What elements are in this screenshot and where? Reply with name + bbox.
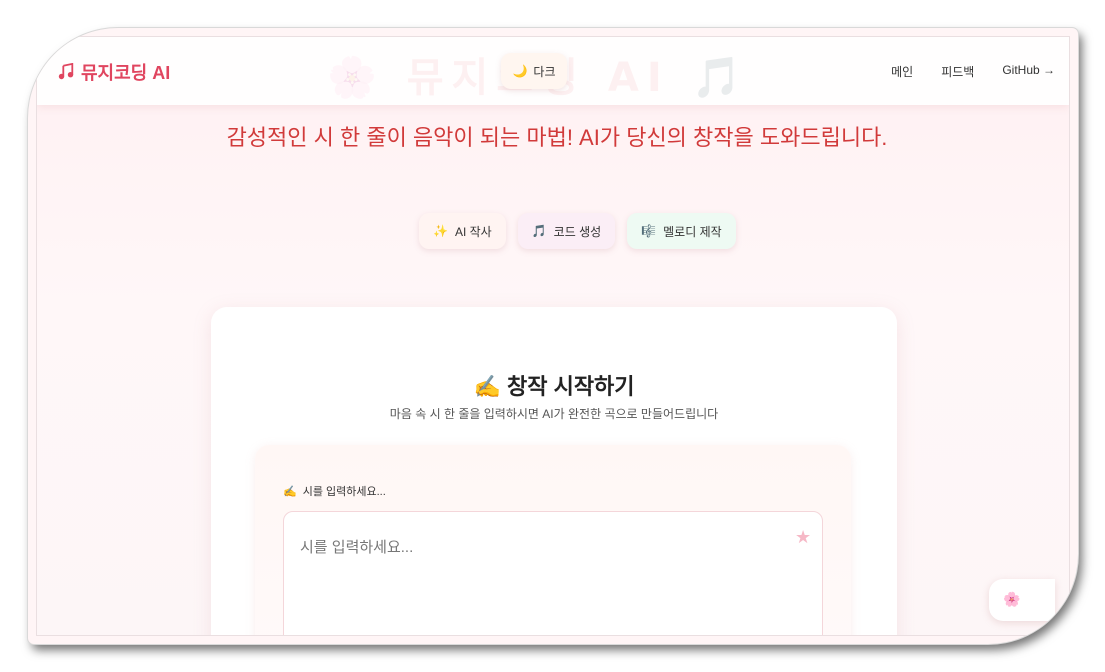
feature-melody-creation[interactable]: 🎼 멜로디 제작	[627, 213, 736, 249]
window-frame: 🌸 뮤지코딩 AI 🎵 뮤지코딩 AI 🌙 다크 메인 피드백 GitHub →	[28, 28, 1078, 644]
feature-label: AI 작사	[454, 224, 492, 239]
create-card: ✍️ 창작 시작하기 마음 속 시 한 줄을 입력하시면 AI가 완전한 곡으로…	[211, 307, 897, 635]
hero-headline: 감성적인 시 한 줄이 음악이 되는 마법! AI가 당신의 창작을 도와드립니…	[226, 125, 888, 150]
writing-hand-icon: ✍️	[473, 374, 501, 399]
nav-link-github[interactable]: GitHub →	[1002, 63, 1055, 80]
writing-hand-icon: ✍️	[283, 485, 297, 498]
music-notes-icon	[58, 63, 74, 80]
brand-logo[interactable]: 뮤지코딩 AI	[57, 59, 170, 85]
sparkles-icon: ✨	[433, 224, 448, 238]
brand-name: 뮤지코딩 AI	[81, 63, 171, 83]
poem-input-label: ✍️ 시를 입력하세요...	[283, 483, 386, 499]
card-title: ✍️ 창작 시작하기	[211, 369, 897, 401]
music-note-icon: 🎵	[531, 224, 547, 238]
star-icon[interactable]: ★	[795, 527, 811, 548]
top-navbar: 🌸 뮤지코딩 AI 🎵 뮤지코딩 AI 🌙 다크 메인 피드백 GitHub →	[37, 37, 1069, 105]
nav-link-feedback[interactable]: 피드백	[941, 63, 974, 80]
feature-chord-generation[interactable]: 🎵 코드 생성	[517, 213, 616, 249]
feature-ai-lyrics[interactable]: ✨ AI 작사	[419, 213, 506, 249]
feature-list: ✨ AI 작사 🎵 코드 생성 🎼 멜로디 제작	[419, 213, 736, 249]
floating-flower-button[interactable]: 🌸	[989, 579, 1055, 621]
poem-panel: ✍️ 시를 입력하세요... ★	[255, 445, 851, 635]
crescent-moon-icon: 🌙	[512, 64, 528, 78]
poem-input-label-text: 시를 입력하세요...	[302, 486, 386, 498]
card-title-text: 창작 시작하기	[506, 374, 635, 399]
card-subtitle: 마음 속 시 한 줄을 입력하시면 AI가 완전한 곡으로 만들어드립니다	[389, 407, 719, 421]
feature-label: 코드 생성	[553, 224, 602, 239]
dark-mode-label: 다크	[533, 64, 556, 79]
page: 🌸 뮤지코딩 AI 🎵 뮤지코딩 AI 🌙 다크 메인 피드백 GitHub →	[36, 36, 1070, 636]
cherry-blossom-icon: 🌸	[1003, 592, 1021, 608]
musical-score-icon: 🎼	[641, 224, 657, 238]
nav-link-main[interactable]: 메인	[891, 63, 913, 80]
nav-links: 메인 피드백 GitHub →	[891, 63, 1055, 80]
poem-input[interactable]	[283, 511, 823, 635]
dark-mode-toggle[interactable]: 🌙 다크	[501, 53, 567, 89]
feature-label: 멜로디 제작	[663, 224, 722, 239]
